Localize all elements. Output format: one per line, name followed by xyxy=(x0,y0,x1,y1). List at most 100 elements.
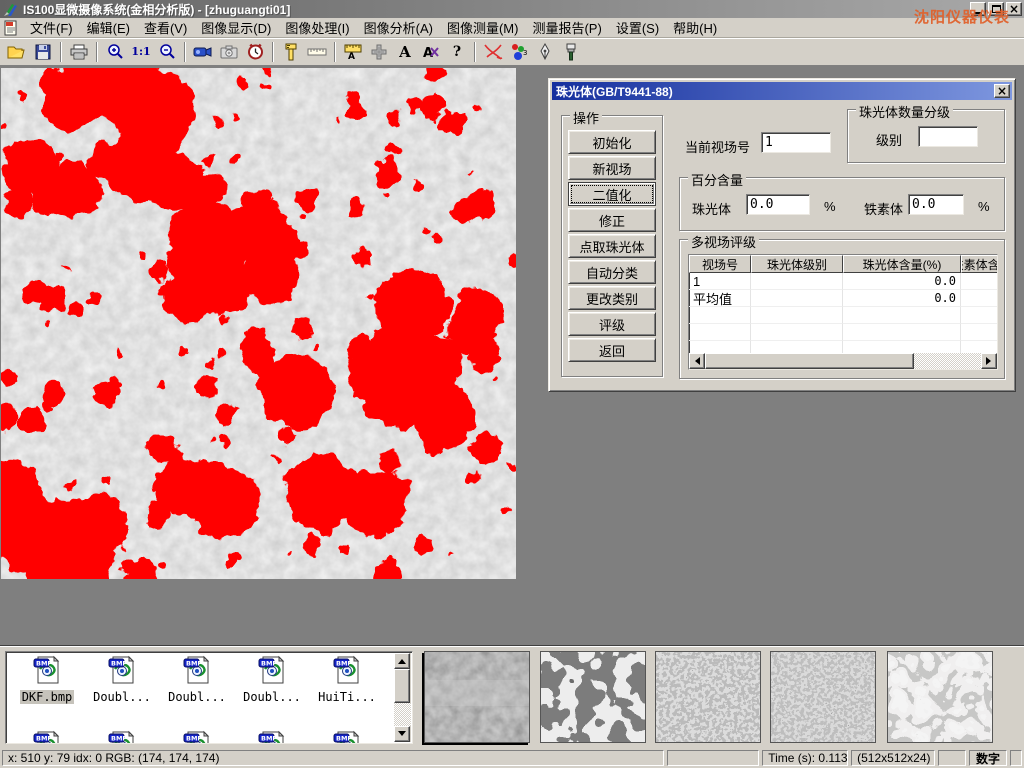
percent-group: 百分含量 珠光体 % 铁素体 % xyxy=(679,177,1005,231)
pearlite-value-input[interactable] xyxy=(746,194,810,215)
pick-tool-button[interactable] xyxy=(533,41,557,63)
thumbnail-4[interactable] xyxy=(770,651,876,743)
menu-item-6[interactable]: 图像分析(A) xyxy=(357,16,440,39)
file-item-2[interactable]: BMPDoubl... xyxy=(85,655,159,704)
spline-tool-button[interactable] xyxy=(481,41,505,63)
menu-item-7[interactable]: 图像测量(M) xyxy=(440,16,526,39)
arrow-left-icon xyxy=(691,357,700,365)
scroll-down-button[interactable] xyxy=(394,726,410,742)
close-button[interactable]: × xyxy=(1006,2,1022,16)
file-item-5[interactable]: BMPHuiTi... xyxy=(310,655,384,704)
thumbnail-2[interactable] xyxy=(540,651,646,743)
scroll-right-button[interactable] xyxy=(981,353,997,369)
thumbnail-1[interactable] xyxy=(424,651,530,743)
file-name: HuiTi... xyxy=(316,690,378,704)
status-bar: x: 510 y: 79 idx: 0 RGB: (174, 174, 174)… xyxy=(0,748,1024,768)
ruler-measure-button[interactable] xyxy=(305,41,329,63)
table-cell xyxy=(751,307,843,324)
file-item-4[interactable]: BMPDoubl... xyxy=(235,655,309,704)
scroll-thumb[interactable] xyxy=(705,353,914,369)
printer-icon xyxy=(70,44,88,60)
op-button-9[interactable]: 返回 xyxy=(568,338,656,362)
text-annotation-button[interactable]: A xyxy=(393,41,417,63)
scroll-left-button[interactable] xyxy=(689,353,705,369)
table-h-scrollbar[interactable] xyxy=(689,353,997,369)
dialog-close-button[interactable]: × xyxy=(994,84,1010,98)
percent-group-label: 百分含量 xyxy=(688,170,746,189)
menu-item-5[interactable]: 图像处理(I) xyxy=(278,16,356,39)
dialog-title-text: 珠光体(GB/T9441-88) xyxy=(556,83,673,100)
print-button[interactable] xyxy=(67,41,91,63)
level-input[interactable] xyxy=(918,126,978,147)
op-button-2[interactable]: 新视场 xyxy=(568,156,656,180)
dialog-title-bar[interactable]: 珠光体(GB/T9441-88) × xyxy=(552,82,1012,100)
scroll-thumb[interactable] xyxy=(394,669,410,703)
file-item-row2-4[interactable]: BMP xyxy=(235,730,309,744)
table-header-1[interactable]: 视场号 xyxy=(689,255,751,273)
thumbnail-5[interactable] xyxy=(887,651,993,743)
text-style-button[interactable]: A xyxy=(419,41,443,63)
op-button-7[interactable]: 更改类别 xyxy=(568,286,656,310)
table-header-2[interactable]: 珠光体级别 xyxy=(751,255,843,273)
file-item-row2-5[interactable]: BMP xyxy=(310,730,384,744)
bmp-file-icon: BMP xyxy=(257,730,287,744)
menu-item-9[interactable]: 设置(S) xyxy=(609,16,666,39)
grid-overlay-button[interactable] xyxy=(367,41,391,63)
table-header-3[interactable]: 珠光体含量(%) xyxy=(843,255,961,273)
menu-item-10[interactable]: 帮助(H) xyxy=(666,16,724,39)
cursor-status: x: 510 y: 79 idx: 0 RGB: (174, 174, 174) xyxy=(2,750,664,766)
op-button-6[interactable]: 自动分类 xyxy=(568,260,656,284)
zoom-in-button[interactable] xyxy=(103,41,127,63)
scroll-up-button[interactable] xyxy=(394,653,410,669)
caliper-measure-button[interactable] xyxy=(279,41,303,63)
table-row[interactable]: 10.0 xyxy=(689,273,997,290)
document-icon[interactable] xyxy=(3,20,19,36)
pearlite-percent-sign: % xyxy=(824,199,836,214)
snapshot-button[interactable] xyxy=(217,41,241,63)
table-cell xyxy=(843,307,961,324)
menu-item-1[interactable]: 文件(F) xyxy=(23,16,80,39)
ruler-icon xyxy=(307,47,327,57)
op-button-8[interactable]: 评级 xyxy=(568,312,656,336)
table-header-4[interactable]: 铁素体含量(%) xyxy=(961,255,998,273)
menu-item-8[interactable]: 测量报告(P) xyxy=(525,16,608,39)
file-item-3[interactable]: BMPDoubl... xyxy=(160,655,234,704)
svg-text:BMP: BMP xyxy=(111,735,127,743)
timer-button[interactable] xyxy=(243,41,267,63)
op-button-3[interactable]: 二值化 xyxy=(568,182,656,206)
menu-item-2[interactable]: 编辑(E) xyxy=(80,16,137,39)
video-capture-button[interactable] xyxy=(191,41,215,63)
phase-classify-button[interactable]: 3 xyxy=(507,41,531,63)
fill-tool-button[interactable] xyxy=(559,41,583,63)
save-button[interactable] xyxy=(31,41,55,63)
help-button[interactable]: ? xyxy=(445,41,469,63)
zoom-out-button[interactable] xyxy=(155,41,179,63)
arrow-right-icon xyxy=(986,357,995,365)
ferrite-value-input[interactable] xyxy=(908,194,964,215)
file-item-1[interactable]: BMPDKF.bmp xyxy=(10,655,84,704)
minimize-button[interactable] xyxy=(970,2,986,16)
op-button-4[interactable]: 修正 xyxy=(568,208,656,232)
menu-item-3[interactable]: 查看(V) xyxy=(137,16,194,39)
current-field-input[interactable] xyxy=(761,132,831,153)
table-row[interactable]: 平均值0.0 xyxy=(689,290,997,307)
file-item-row2-1[interactable]: BMP xyxy=(10,730,84,744)
menu-item-4[interactable]: 图像显示(D) xyxy=(194,16,278,39)
empty-status-panel xyxy=(938,750,966,766)
file-list-scrollbar[interactable] xyxy=(394,653,411,742)
open-button[interactable] xyxy=(5,41,29,63)
toolbar-separator xyxy=(184,42,186,62)
specimen-image[interactable] xyxy=(1,68,516,579)
svg-text:BMP: BMP xyxy=(36,660,52,668)
maximize-button[interactable] xyxy=(988,2,1004,16)
bmp-file-icon: BMP xyxy=(107,730,137,744)
scroll-track[interactable] xyxy=(394,703,411,726)
op-button-1[interactable]: 初始化 xyxy=(568,130,656,154)
scale-annotation-button[interactable]: A xyxy=(341,41,365,63)
scroll-track[interactable] xyxy=(914,353,981,369)
op-button-5[interactable]: 点取珠光体 xyxy=(568,234,656,258)
thumbnail-3[interactable] xyxy=(655,651,761,743)
file-item-row2-3[interactable]: BMP xyxy=(160,730,234,744)
actual-size-button[interactable]: 1:1 xyxy=(129,41,153,63)
file-item-row2-2[interactable]: BMP xyxy=(85,730,159,744)
